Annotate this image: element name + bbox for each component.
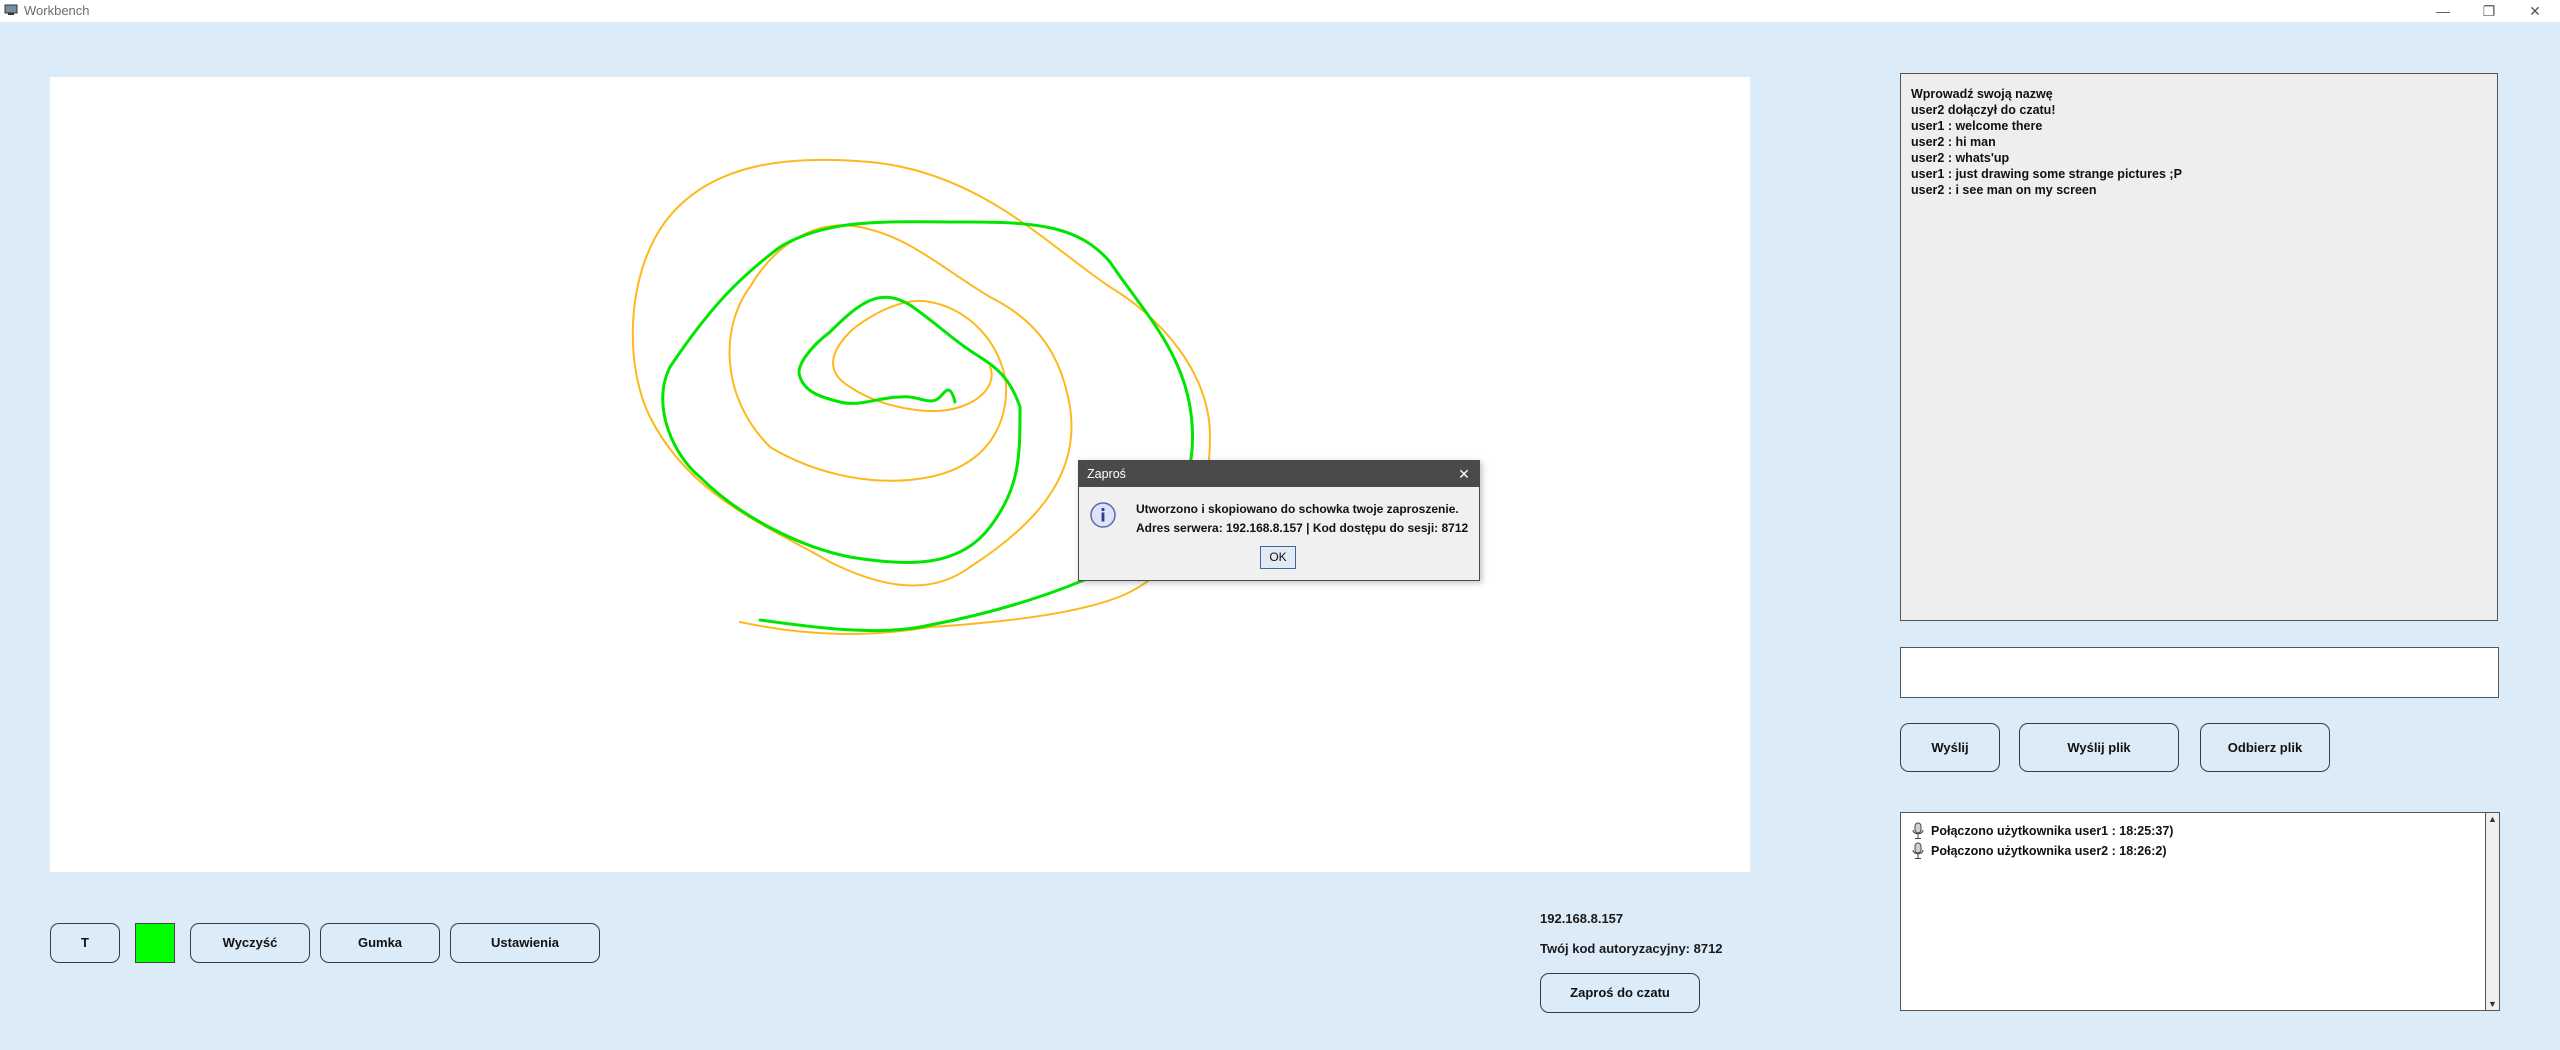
dialog-message-line2: Adres serwera: 192.168.8.157 | Kod dostę… bbox=[1136, 521, 1469, 535]
scroll-up-arrow-icon[interactable]: ▲ bbox=[2488, 814, 2497, 824]
window-title: Workbench bbox=[24, 3, 90, 18]
restore-button[interactable]: ❐ bbox=[2466, 0, 2512, 22]
text-tool-button[interactable]: T bbox=[50, 923, 120, 963]
ok-button[interactable]: OK bbox=[1260, 546, 1296, 569]
connected-users-list: Połączono użytkownika user1 : 18:25:37) … bbox=[1900, 812, 2486, 1011]
invite-to-chat-button[interactable]: Zaproś do czatu bbox=[1540, 973, 1700, 1013]
chat-message: user1 : welcome there bbox=[1911, 119, 2043, 133]
invite-dialog: Zaproś ✕ Utworzono i skopiowano do schow… bbox=[1078, 460, 1480, 581]
dialog-title: Zaproś bbox=[1087, 467, 1126, 481]
chat-message: user1 : just drawing some strange pictur… bbox=[1911, 167, 2182, 181]
drawing-strokes bbox=[631, 158, 1211, 635]
send-button[interactable]: Wyślij bbox=[1900, 723, 2000, 772]
receive-file-button[interactable]: Odbierz plik bbox=[2200, 723, 2330, 772]
list-item: Połączono użytkownika user2 : 18:26:2) bbox=[1911, 841, 2475, 861]
microphone-icon bbox=[1912, 842, 1924, 859]
user-connected-text: Połączono użytkownika user1 : 18:25:37) bbox=[1931, 824, 2174, 838]
user-connected-text: Połączono użytkownika user2 : 18:26:2) bbox=[1931, 844, 2167, 858]
clear-button[interactable]: Wyczyść bbox=[190, 923, 310, 963]
minimize-button[interactable]: — bbox=[2420, 0, 2466, 22]
chat-message: user2 dołączył do czatu! bbox=[1911, 103, 2056, 117]
scroll-down-arrow-icon[interactable]: ▼ bbox=[2488, 999, 2497, 1009]
chat-input[interactable] bbox=[1900, 647, 2499, 698]
microphone-icon bbox=[1912, 822, 1924, 839]
list-item: Połączono użytkownika user1 : 18:25:37) bbox=[1911, 821, 2475, 841]
dialog-message-line1: Utworzono i skopiowano do schowka twoje … bbox=[1136, 502, 1459, 516]
server-address: 192.168.8.157 bbox=[1540, 911, 1624, 926]
title-bar: Workbench — ❐ ✕ bbox=[0, 0, 2560, 22]
auth-code-label: Twój kod autoryzacyjny: 8712 bbox=[1540, 941, 1723, 956]
drawing-canvas[interactable] bbox=[50, 77, 1750, 872]
app-icon bbox=[4, 4, 18, 15]
send-file-button[interactable]: Wyślij plik bbox=[2019, 723, 2179, 772]
chat-message: user2 : whats'up bbox=[1911, 151, 2010, 165]
dialog-title-bar: Zaproś ✕ bbox=[1079, 461, 1479, 487]
info-icon bbox=[1090, 502, 1116, 528]
close-window-button[interactable]: ✕ bbox=[2512, 0, 2558, 22]
chat-message: user2 : i see man on my screen bbox=[1911, 183, 2097, 197]
settings-button[interactable]: Ustawienia bbox=[450, 923, 600, 963]
color-picker-swatch[interactable] bbox=[135, 923, 175, 963]
dialog-close-icon[interactable]: ✕ bbox=[1456, 461, 1472, 487]
chat-message: Wprowadź swoją nazwę bbox=[1911, 87, 2053, 101]
chat-log: Wprowadź swoją nazwę user2 dołączył do c… bbox=[1900, 73, 2498, 621]
user-list-scrollbar[interactable]: ▲ ▼ bbox=[2486, 812, 2500, 1011]
chat-message: user2 : hi man bbox=[1911, 135, 1996, 149]
eraser-button[interactable]: Gumka bbox=[320, 923, 440, 963]
